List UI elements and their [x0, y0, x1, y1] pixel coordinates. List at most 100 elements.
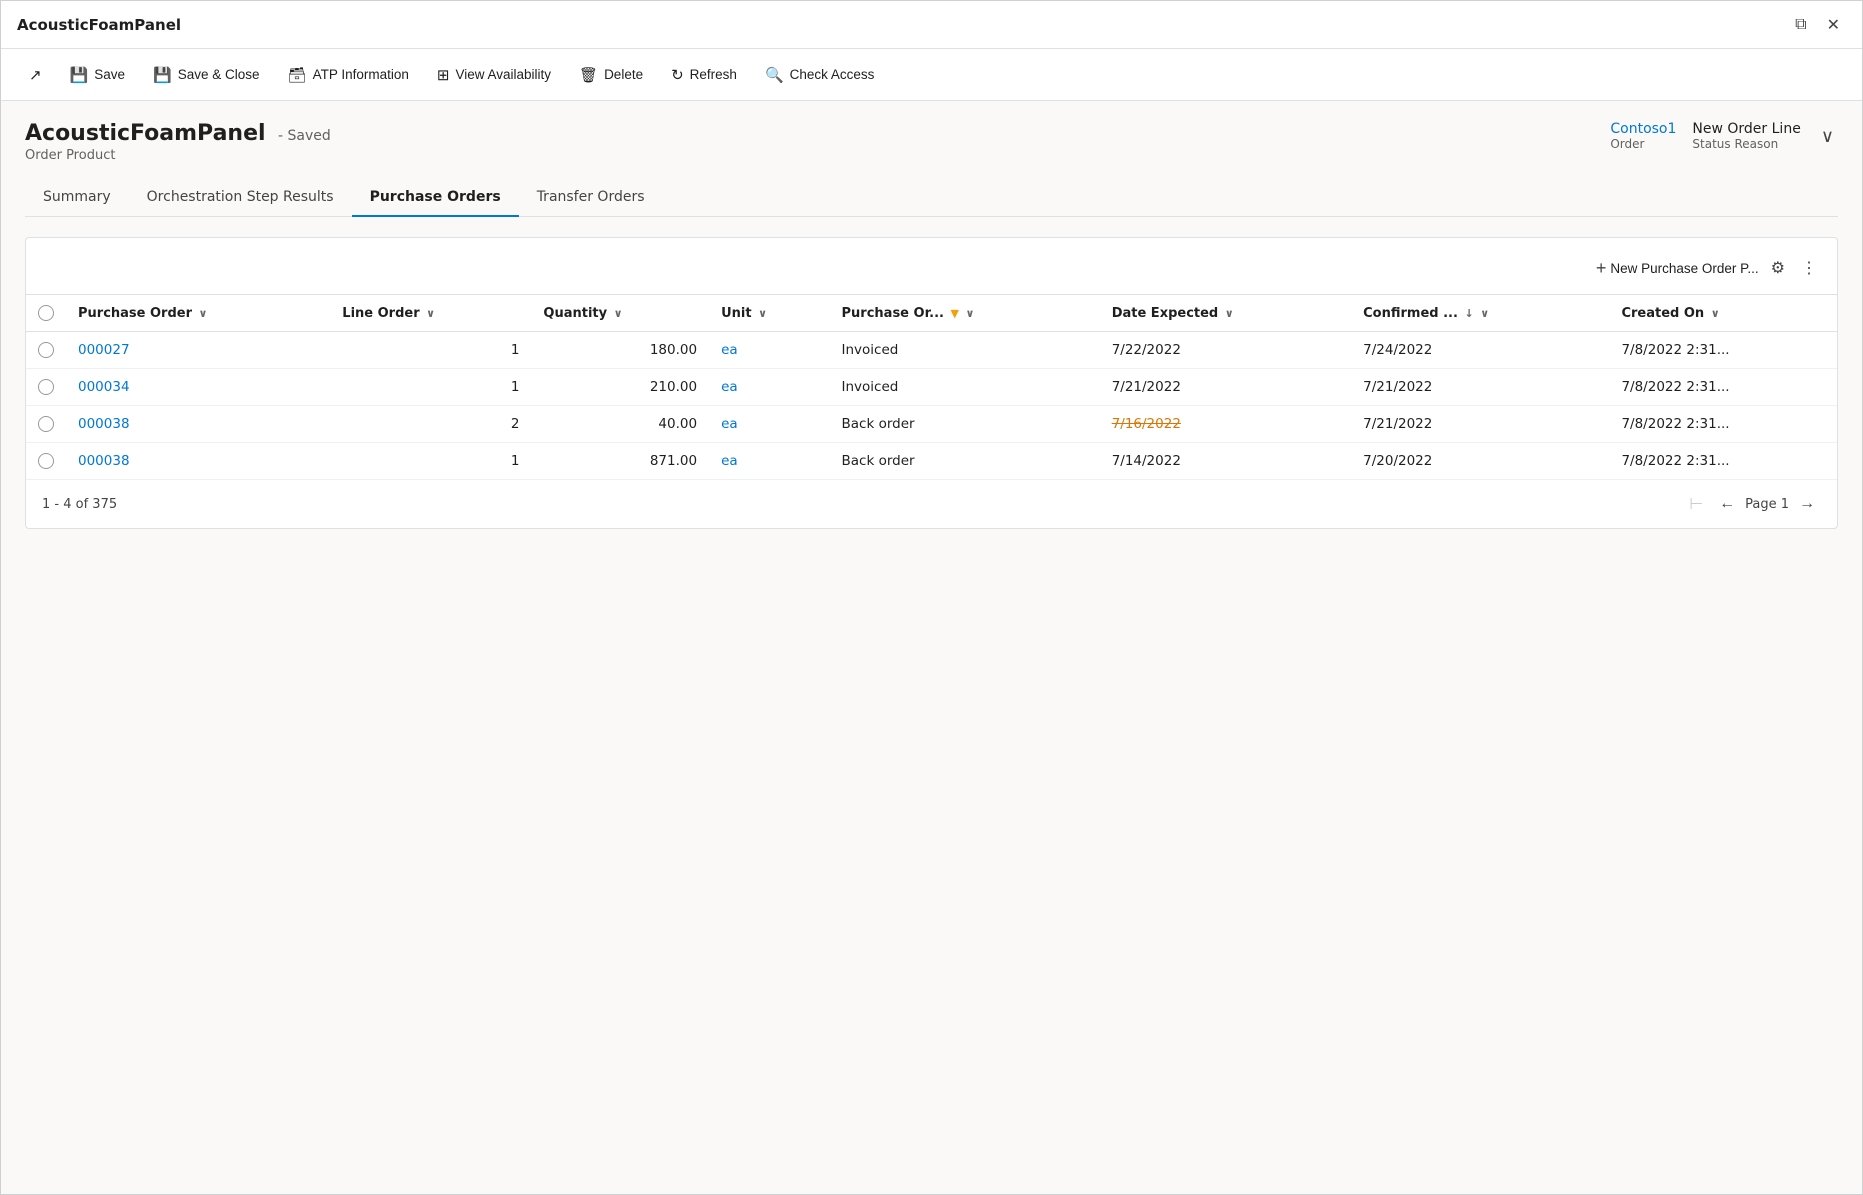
pagination-controls: ⊢ ← Page 1 →: [1683, 492, 1821, 516]
col-quantity[interactable]: Quantity ∨: [531, 295, 709, 332]
tab-summary[interactable]: Summary: [25, 179, 129, 217]
view-availability-button[interactable]: ⊞ View Availability: [425, 60, 563, 90]
confirmed-sort-icon: ↓: [1464, 307, 1473, 320]
close-button[interactable]: ✕: [1821, 13, 1846, 37]
col-line-order[interactable]: Line Order ∨: [330, 295, 531, 332]
delete-button[interactable]: 🗑 Delete: [567, 60, 655, 90]
col-purchase-order-status[interactable]: Purchase Or... ▼ ∨: [830, 295, 1100, 332]
purchase-order-link[interactable]: 000038: [78, 453, 130, 469]
col-created-on[interactable]: Created On ∨: [1609, 295, 1837, 332]
tab-purchase-orders[interactable]: Purchase Orders: [352, 179, 519, 217]
header-checkbox-col: [26, 295, 66, 332]
toolbar: ↗ 💾 Save 💾 Save & Close 🗃 ATP Informatio…: [1, 49, 1862, 101]
atp-info-button[interactable]: 🗃 ATP Information: [276, 60, 421, 90]
grid-settings-button[interactable]: ⚙: [1767, 254, 1789, 282]
status-reason-label: Status Reason: [1692, 137, 1778, 151]
save-button[interactable]: 💾 Save: [58, 60, 137, 90]
line-order-cell: 1: [330, 369, 531, 406]
date-expected-cell: 7/14/2022: [1100, 443, 1351, 480]
line-order-cell: 2: [330, 406, 531, 443]
prev-page-button[interactable]: ←: [1713, 493, 1741, 515]
tabs-nav: Summary Orchestration Step Results Purch…: [25, 179, 1838, 217]
status-sort-icon: ∨: [965, 307, 974, 320]
record-title: AcousticFoamPanel: [25, 121, 266, 146]
delete-label: Delete: [604, 67, 643, 82]
unit-link[interactable]: ea: [721, 342, 738, 358]
save-close-button[interactable]: 💾 Save & Close: [141, 60, 271, 90]
created-on-sort-icon: ∨: [1711, 307, 1720, 320]
grid-more-button[interactable]: ⋮: [1797, 254, 1821, 282]
unit-link[interactable]: ea: [721, 379, 738, 395]
created-on-cell: 7/8/2022 2:31...: [1609, 369, 1837, 406]
col-date-expected[interactable]: Date Expected ∨: [1100, 295, 1351, 332]
date-expected-cell: 7/16/2022: [1100, 406, 1351, 443]
col-confirmed[interactable]: Confirmed ... ↓ ∨: [1351, 295, 1609, 332]
record-title-row: AcousticFoamPanel - Saved: [25, 121, 331, 146]
created-on-cell: 7/8/2022 2:31...: [1609, 332, 1837, 369]
save-close-icon: 💾: [153, 66, 172, 84]
col-purchase-order[interactable]: Purchase Order ∨: [66, 295, 330, 332]
purchase-orders-table: Purchase Order ∨ Line Order ∨ Quantity ∨: [26, 294, 1837, 480]
date-expected-cell: 7/22/2022: [1100, 332, 1351, 369]
quantity-sort-icon: ∨: [614, 307, 623, 320]
status-cell: Back order: [830, 406, 1100, 443]
quantity-cell: 871.00: [531, 443, 709, 480]
new-purchase-order-button[interactable]: + New Purchase Order P...: [1596, 258, 1759, 279]
confirmed-cell: 7/24/2022: [1351, 332, 1609, 369]
record-subtitle: Order Product: [25, 148, 331, 163]
unit-link[interactable]: ea: [721, 416, 738, 432]
row-checkbox[interactable]: [38, 416, 54, 432]
quantity-cell: 210.00: [531, 369, 709, 406]
date-expected-sort-icon: ∨: [1225, 307, 1234, 320]
next-page-button[interactable]: →: [1793, 493, 1821, 515]
tab-orchestration[interactable]: Orchestration Step Results: [129, 179, 352, 217]
select-all-checkbox[interactable]: [38, 305, 54, 321]
quantity-cell: 40.00: [531, 406, 709, 443]
row-checkbox[interactable]: [38, 453, 54, 469]
record-title-block: AcousticFoamPanel - Saved Order Product: [25, 121, 331, 163]
line-order-sort-icon: ∨: [426, 307, 435, 320]
unit-link[interactable]: ea: [721, 453, 738, 469]
status-cell: Invoiced: [830, 369, 1100, 406]
date-expected-cell: 7/21/2022: [1100, 369, 1351, 406]
status-filter-icon: ▼: [950, 307, 958, 320]
atp-label: ATP Information: [313, 67, 409, 82]
row-checkbox[interactable]: [38, 379, 54, 395]
new-purchase-order-label: New Purchase Order P...: [1610, 261, 1758, 276]
page-label: Page 1: [1745, 497, 1789, 512]
plus-icon: +: [1596, 258, 1607, 279]
record-header: AcousticFoamPanel - Saved Order Product …: [25, 121, 1838, 163]
save-label: Save: [94, 67, 125, 82]
confirmed-cell: 7/21/2022: [1351, 369, 1609, 406]
record-expand-button[interactable]: ∨: [1817, 122, 1838, 151]
purchase-order-sort-icon: ∨: [199, 307, 208, 320]
record-order-field: Contoso1 Order: [1610, 121, 1676, 151]
purchase-order-link[interactable]: 000038: [78, 416, 130, 432]
purchase-order-link[interactable]: 000034: [78, 379, 130, 395]
row-checkbox[interactable]: [38, 342, 54, 358]
external-link-icon: ↗: [29, 66, 42, 84]
line-order-cell: 1: [330, 332, 531, 369]
record-status-field: New Order Line Status Reason: [1692, 121, 1800, 151]
record-saved-status: - Saved: [278, 128, 331, 144]
restore-button[interactable]: ⧉: [1789, 13, 1812, 37]
title-bar-controls: ⧉ ✕: [1789, 13, 1846, 37]
col-unit[interactable]: Unit ∨: [709, 295, 829, 332]
view-availability-icon: ⊞: [437, 66, 450, 84]
first-page-button[interactable]: ⊢: [1683, 492, 1709, 516]
check-access-button[interactable]: 🔍 Check Access: [753, 60, 886, 90]
record-meta: Contoso1 Order New Order Line Status Rea…: [1610, 121, 1838, 151]
created-on-cell: 7/8/2022 2:31...: [1609, 406, 1837, 443]
purchase-order-link[interactable]: 000027: [78, 342, 130, 358]
order-link[interactable]: Contoso1: [1610, 121, 1676, 137]
atp-icon: 🗃: [288, 66, 307, 84]
external-link-button[interactable]: ↗: [17, 60, 54, 90]
refresh-button[interactable]: ↻ Refresh: [659, 60, 749, 90]
line-order-cell: 1: [330, 443, 531, 480]
check-access-icon: 🔍: [765, 66, 784, 84]
table-row: 0000341210.00eaInvoiced7/21/20227/21/202…: [26, 369, 1837, 406]
tab-transfer-orders[interactable]: Transfer Orders: [519, 179, 663, 217]
confirmed-cell: 7/20/2022: [1351, 443, 1609, 480]
table-row: 0000381871.00eaBack order7/14/20227/20/2…: [26, 443, 1837, 480]
grid-toolbar: + New Purchase Order P... ⚙ ⋮: [26, 254, 1837, 294]
